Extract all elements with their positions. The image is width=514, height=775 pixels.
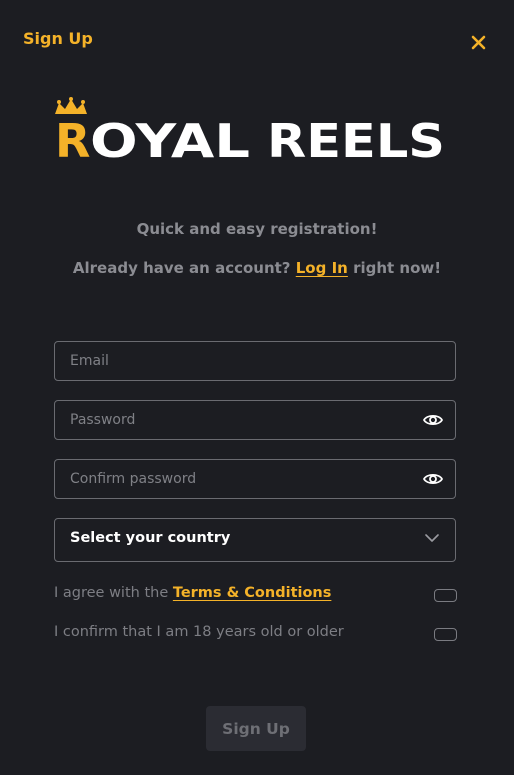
login-suffix: right now! (353, 259, 442, 277)
login-prompt: Already have an account? Log In right no… (0, 259, 514, 277)
page-title: Sign Up (23, 29, 93, 48)
eye-icon[interactable] (423, 471, 443, 487)
age-confirm-checkbox[interactable] (434, 628, 457, 641)
country-select[interactable]: Select your country (54, 518, 456, 562)
royal-reels-logo: R OYAL REELS (55, 97, 445, 163)
terms-link[interactable]: Terms & Conditions (173, 585, 332, 601)
eye-icon[interactable] (423, 412, 443, 428)
password-field[interactable] (54, 400, 456, 440)
tagline: Quick and easy registration! (136, 220, 378, 238)
login-prefix: Already have an account? (72, 259, 291, 277)
terms-label: I agree with the Terms & Conditions (54, 585, 331, 601)
close-icon[interactable] (470, 34, 487, 51)
email-input[interactable] (70, 342, 410, 380)
logo-word-royal: OYAL (90, 114, 250, 163)
age-confirm-label: I confirm that I am 18 years old or olde… (54, 624, 344, 640)
confirm-password-field[interactable] (54, 459, 456, 499)
confirm-password-input[interactable] (70, 460, 410, 498)
email-field[interactable] (54, 341, 456, 381)
crown-icon (55, 97, 87, 114)
logo-first-letter: R (55, 114, 90, 163)
terms-checkbox[interactable] (434, 589, 457, 602)
terms-prefix: I agree with the (54, 585, 169, 601)
chevron-down-icon (425, 534, 439, 542)
country-select-value: Select your country (70, 530, 231, 546)
password-input[interactable] (70, 401, 410, 439)
sign-up-button[interactable]: Sign Up (206, 706, 306, 751)
logo-word-reels: REELS (267, 114, 445, 163)
login-link[interactable]: Log In (296, 259, 348, 277)
